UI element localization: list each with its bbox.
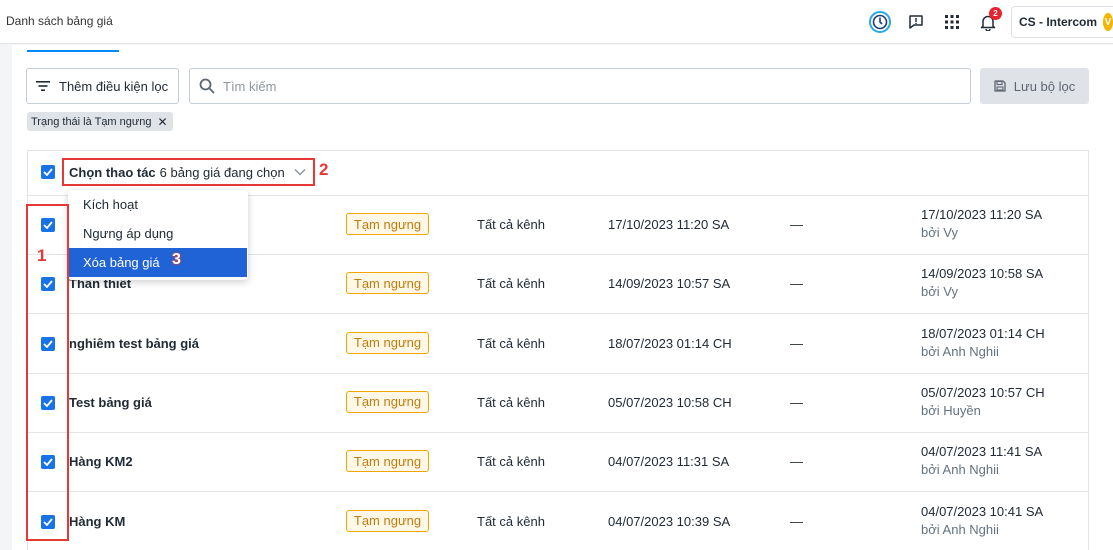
updated-date: 04/07/2023 10:41 SA bbox=[921, 503, 1044, 519]
updated-by: bởi Vy bbox=[921, 284, 958, 300]
status-badge: Tạm ngưng bbox=[346, 272, 429, 295]
sales-channel: Tất cả kênh bbox=[477, 394, 545, 410]
updated-by: bởi Vy bbox=[921, 225, 958, 240]
save-icon bbox=[994, 80, 1006, 92]
apps-grid-icon[interactable] bbox=[940, 10, 964, 34]
close-icon[interactable]: ✕ bbox=[157, 116, 167, 128]
end-date: — bbox=[790, 394, 803, 410]
updated-by: bởi Anh Nghii bbox=[921, 521, 999, 537]
save-filter-button[interactable]: Lưu bộ lọc bbox=[980, 68, 1089, 104]
price-list-name[interactable]: nghiêm test bảng giá bbox=[69, 336, 199, 351]
avatar: V bbox=[1103, 13, 1113, 31]
menu-item-delete-price-list[interactable]: Xóa bảng giá bbox=[69, 248, 247, 277]
account-menu[interactable]: CS - Intercom V bbox=[1011, 6, 1113, 38]
created-date: 14/09/2023 10:57 SA bbox=[608, 276, 731, 292]
search-icon bbox=[199, 78, 215, 94]
table-row[interactable]: Hàng KM Tạm ngưng Tất cả kênh 04/07/2023 10… bbox=[28, 493, 1088, 550]
end-date: — bbox=[790, 335, 803, 351]
sales-channel: Tất cả kênh bbox=[477, 513, 545, 529]
updated-by: bởi Huyền bbox=[921, 402, 981, 418]
bulk-action-menu: Kích hoạt Ngưng áp dụng Xóa bảng giá bbox=[68, 190, 248, 280]
status-badge: Tạm ngưng bbox=[346, 390, 429, 413]
updated-date: 04/07/2023 11:41 SA bbox=[921, 444, 1043, 460]
sales-channel: Tất cả kênh bbox=[477, 217, 545, 232]
search-input[interactable] bbox=[223, 78, 923, 94]
chevron-down-icon bbox=[294, 168, 306, 176]
updated-by: bởi Anh Nghii bbox=[921, 343, 999, 359]
bell-icon[interactable]: 2 bbox=[976, 7, 1002, 34]
breadcrumb[interactable]: Danh sách bảng giá bbox=[6, 14, 113, 28]
checkbox-column-highlight bbox=[26, 204, 69, 541]
updated-date: 18/07/2023 01:14 CH bbox=[921, 325, 1045, 341]
price-list-name[interactable]: Hàng KM2 bbox=[69, 454, 133, 469]
annotation-1: 1 bbox=[37, 246, 47, 265]
active-tab-indicator bbox=[27, 50, 119, 52]
selected-count-text: 6 bảng giá đang chọn bbox=[159, 164, 285, 180]
created-date: 04/07/2023 11:31 SA bbox=[608, 454, 730, 470]
select-all-checkbox[interactable] bbox=[41, 165, 55, 179]
feedback-icon[interactable] bbox=[904, 10, 928, 34]
status-badge: Tạm ngưng bbox=[346, 331, 429, 354]
main-panel: Thêm điều kiện lọc Lưu bộ lọc Trạng thái… bbox=[12, 45, 1113, 550]
price-list-name[interactable]: Hàng KM bbox=[69, 514, 125, 529]
created-date: 04/07/2023 10:39 SA bbox=[608, 513, 731, 529]
price-list-name[interactable]: Test bảng giá bbox=[69, 395, 152, 410]
top-bar: Danh sách bảng giá 2 CS - Intercom V bbox=[0, 0, 1113, 44]
active-filter-chip: Trạng thái là Tạm ngưng ✕ bbox=[27, 112, 173, 131]
sales-channel: Tất cả kênh bbox=[477, 335, 545, 351]
updated-date: 17/10/2023 11:20 SA bbox=[921, 207, 1043, 222]
created-date: 05/07/2023 10:58 CH bbox=[608, 394, 732, 410]
add-filter-button[interactable]: Thêm điều kiện lọc bbox=[26, 68, 179, 104]
end-date: — bbox=[790, 217, 803, 232]
support-icon[interactable] bbox=[868, 10, 892, 34]
sales-channel: Tất cả kênh bbox=[477, 276, 545, 292]
updated-date: 05/07/2023 10:57 CH bbox=[921, 384, 1045, 400]
filter-icon bbox=[36, 81, 50, 91]
end-date: — bbox=[790, 513, 803, 529]
table-row[interactable]: Hàng KM2 Tạm ngưng Tất cả kênh 04/07/2023 1… bbox=[28, 433, 1088, 493]
table-row[interactable]: nghiêm test bảng giá Tạm ngưng Tất cả kênh… bbox=[28, 315, 1088, 374]
notification-badge: 2 bbox=[989, 7, 1002, 20]
bulk-action-select[interactable]: Chọn thao tác 6 bảng giá đang chọn bbox=[62, 158, 315, 186]
bulk-action-label: Chọn thao tác bbox=[69, 164, 156, 180]
add-filter-label: Thêm điều kiện lọc bbox=[59, 78, 169, 94]
status-badge: Tạm ngưng bbox=[346, 213, 429, 235]
created-date: 18/07/2023 01:14 CH bbox=[608, 335, 732, 351]
save-filter-label: Lưu bộ lọc bbox=[1013, 78, 1076, 94]
annotation-2: 2 bbox=[319, 160, 329, 179]
updated-date: 14/09/2023 10:58 SA bbox=[921, 266, 1044, 282]
sales-channel: Tất cả kênh bbox=[477, 454, 545, 470]
table-row[interactable]: Test bảng giá Tạm ngưng Tất cả kênh 05/07/2… bbox=[28, 374, 1088, 433]
end-date: — bbox=[790, 276, 803, 292]
search-field[interactable] bbox=[189, 68, 971, 104]
status-badge: Tạm ngưng bbox=[346, 450, 429, 473]
status-badge: Tạm ngưng bbox=[346, 509, 429, 532]
menu-item-activate[interactable]: Kích hoạt bbox=[68, 190, 248, 219]
menu-item-stop-applying[interactable]: Ngưng áp dụng bbox=[68, 219, 248, 248]
updated-by: bởi Anh Nghii bbox=[921, 462, 999, 478]
end-date: — bbox=[790, 454, 803, 470]
account-name: CS - Intercom bbox=[1019, 15, 1098, 29]
active-filter-label: Trạng thái là Tạm ngưng bbox=[31, 115, 152, 128]
annotation-3: 3 bbox=[172, 251, 181, 268]
created-date: 17/10/2023 11:20 SA bbox=[608, 217, 730, 232]
